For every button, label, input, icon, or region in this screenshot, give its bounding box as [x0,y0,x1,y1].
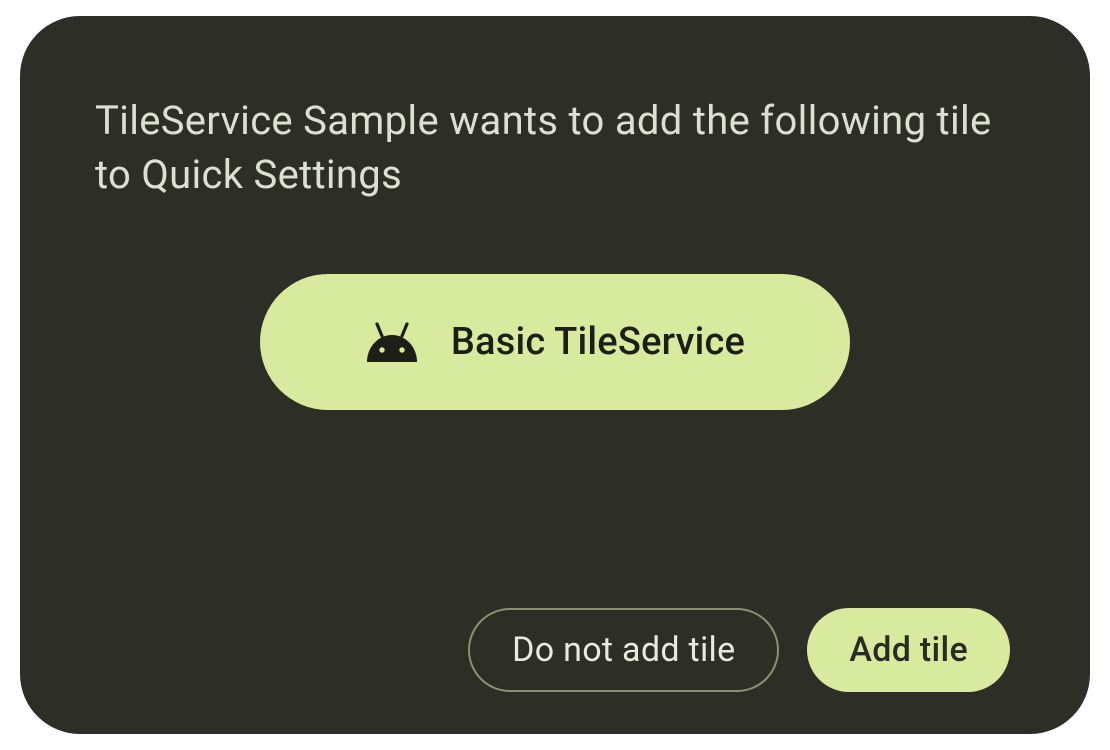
android-icon [365,322,419,362]
add-tile-dialog: TileService Sample wants to add the foll… [20,16,1090,734]
dialog-title: TileService Sample wants to add the foll… [95,94,1015,202]
tile-label: Basic TileService [451,320,745,364]
dialog-button-row: Do not add tile Add tile [468,608,1010,692]
do-not-add-tile-button[interactable]: Do not add tile [468,608,779,692]
tile-preview-chip: Basic TileService [260,274,850,410]
add-tile-button[interactable]: Add tile [807,608,1010,692]
